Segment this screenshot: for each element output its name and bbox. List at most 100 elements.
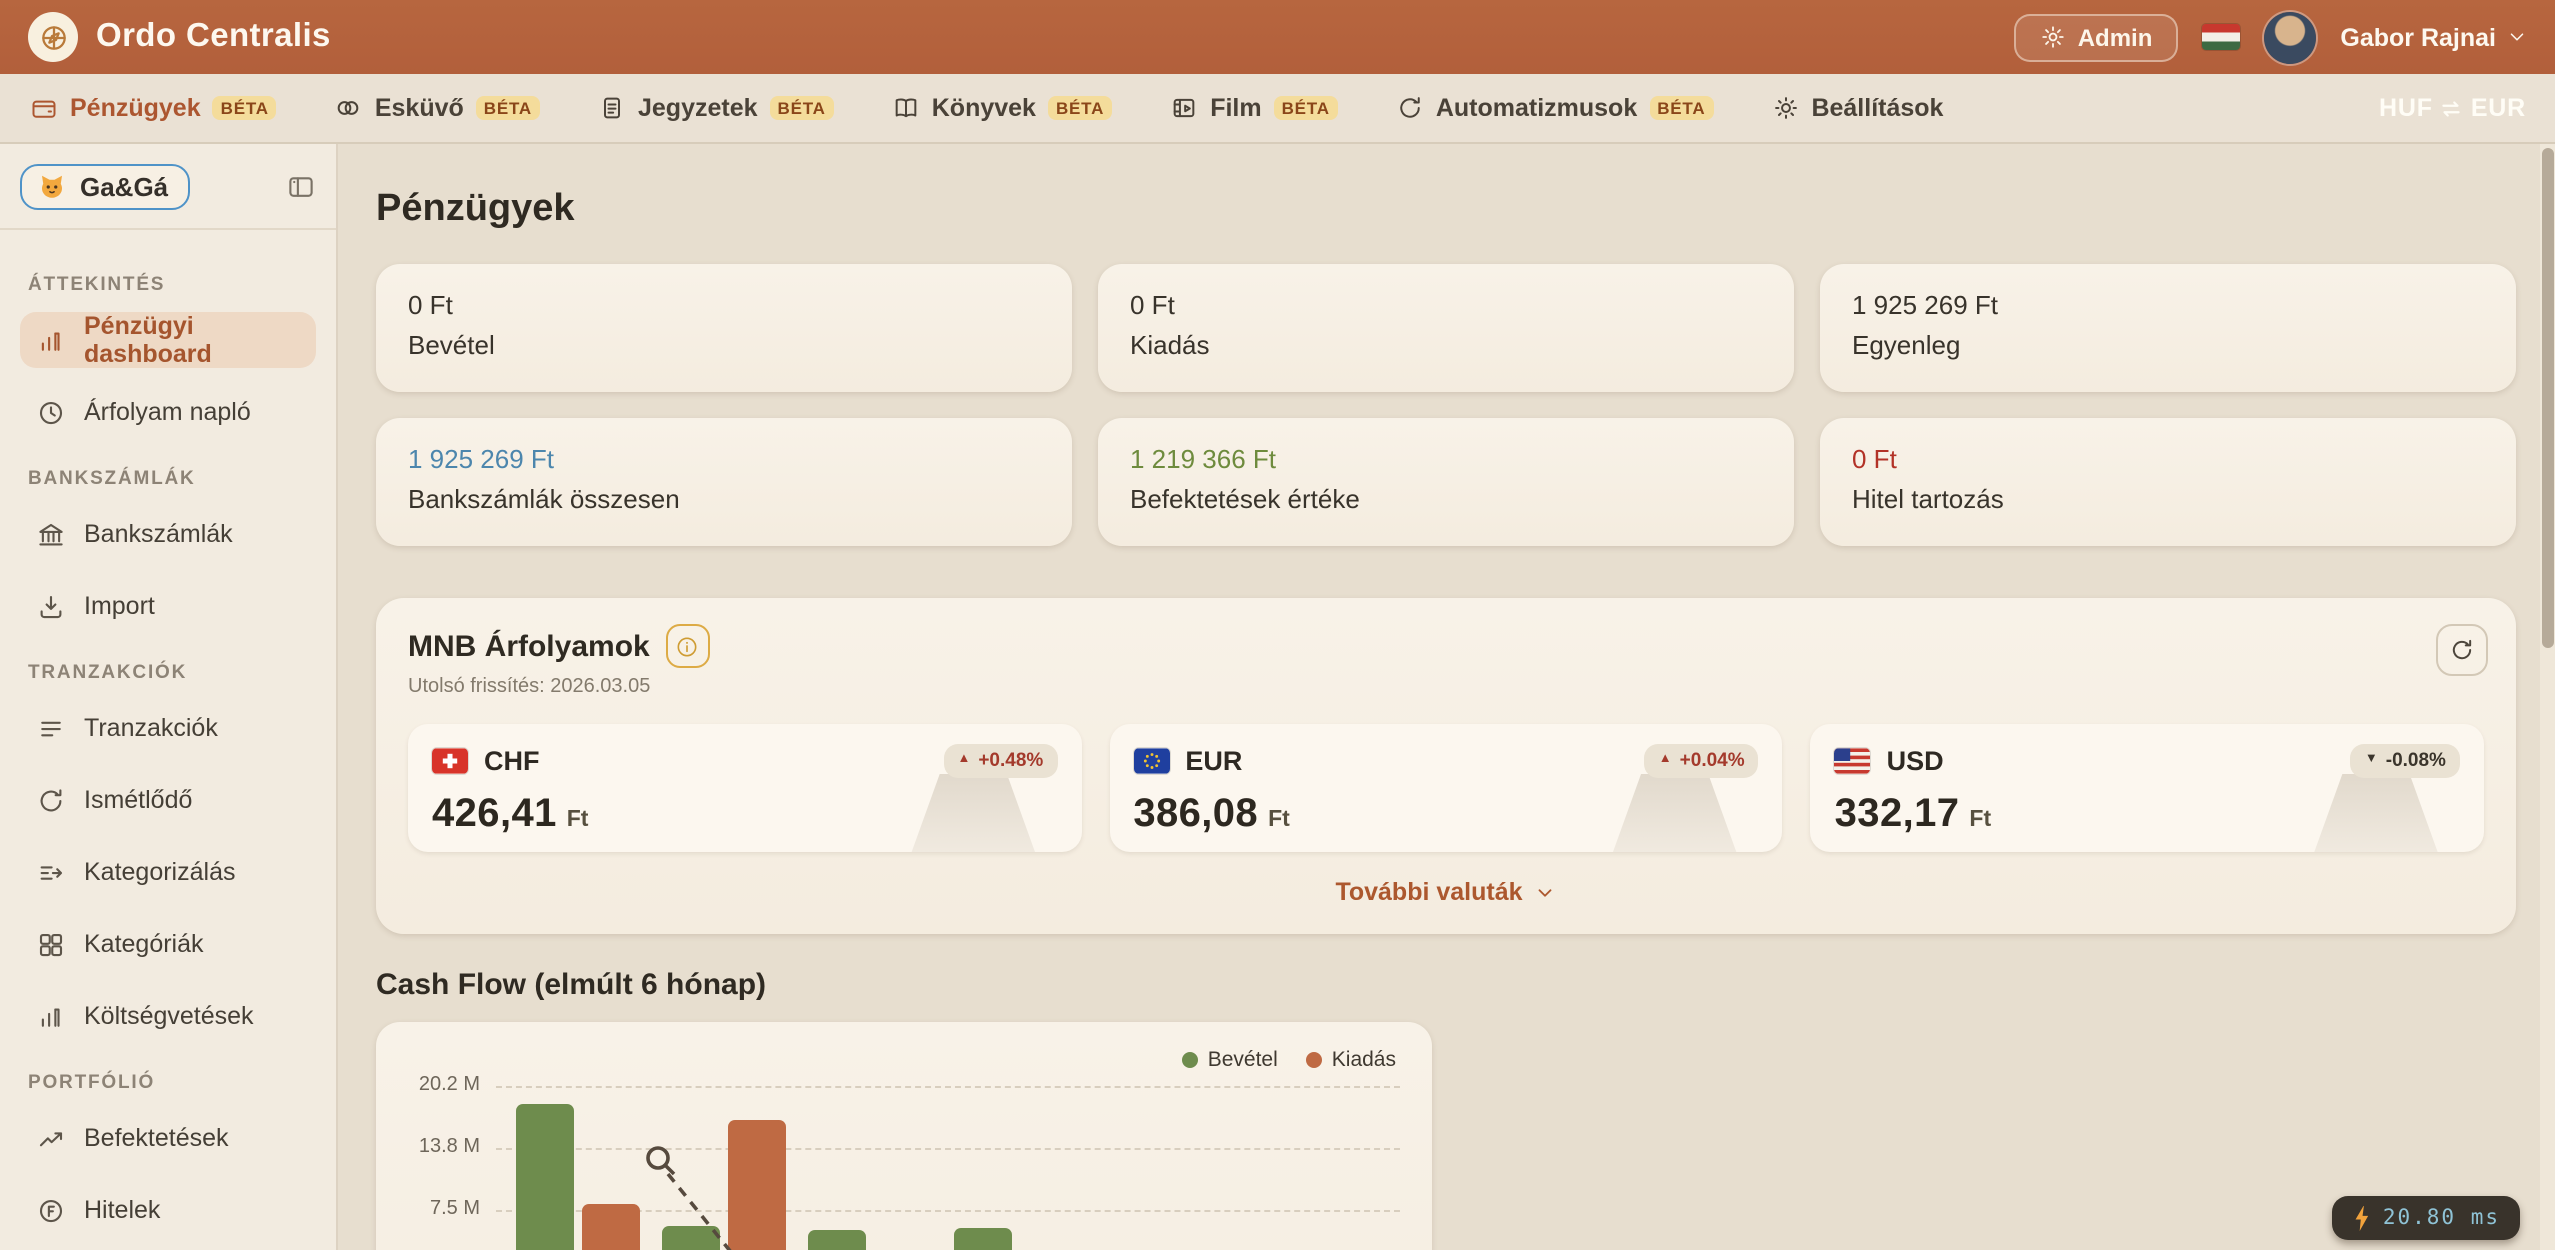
beta-badge: BÉTA <box>1274 96 1338 121</box>
gear-icon <box>2040 24 2066 50</box>
note-icon <box>598 94 626 122</box>
cat-icon <box>36 172 68 202</box>
stat-card-bevetel: 0 Ft Bevétel <box>376 264 1072 392</box>
stat-cards-row-2: 1 925 269 Ft Bankszámlák összesen 1 219 … <box>376 418 2516 546</box>
hungarian-flag-icon[interactable] <box>2202 24 2240 50</box>
stat-value: 0 Ft <box>408 290 1040 320</box>
beta-badge: BÉTA <box>213 96 277 121</box>
section-title-attekintes: ÁTTEKINTÉS <box>28 274 308 296</box>
gridline <box>496 1149 1400 1151</box>
film-icon <box>1170 94 1198 122</box>
fx-card-eur: EUR ▲ +0.04% 386,08 Ft <box>1109 724 1782 852</box>
lightning-icon <box>2353 1205 2371 1231</box>
bar-bevétel-4 <box>954 1228 1012 1250</box>
fx-change-badge: ▼ -0.08% <box>2351 744 2460 778</box>
avatar[interactable] <box>2264 11 2316 63</box>
fx-card-usd: USD ▼ -0.08% 332,17 Ft <box>1811 724 2484 852</box>
stat-value: 1 925 269 Ft <box>1852 290 2484 320</box>
clock-icon <box>36 397 66 427</box>
fx-change-badge: ▲ +0.48% <box>943 744 1057 778</box>
sidebar-collapse-button[interactable] <box>286 172 316 202</box>
trend-arrow-icon: ▲ <box>957 755 970 768</box>
workspace-chip[interactable]: Ga&Gá <box>20 164 190 210</box>
performance-badge: 20.80 ms <box>2333 1196 2520 1240</box>
sidebar-item-tranzakciok[interactable]: Tranzakciók <box>20 700 316 756</box>
legend-dot-green <box>1182 1052 1198 1068</box>
panel-toggle-icon <box>286 172 316 202</box>
tab-automatizmusok[interactable]: Automatizmusok BÉTA <box>1396 94 1714 122</box>
sidebar-item-hitelek[interactable]: Hitelek <box>20 1182 316 1238</box>
scrollbar-thumb[interactable] <box>2542 148 2554 648</box>
stat-value: 0 Ft <box>1130 290 1762 320</box>
tab-eskuvo[interactable]: Esküvő BÉTA <box>335 94 540 122</box>
stat-value: 0 Ft <box>1852 444 2484 474</box>
more-currencies-link[interactable]: További valuták <box>408 878 2484 906</box>
stat-cards-row-1: 0 Ft Bevétel 0 Ft Kiadás 1 925 269 Ft Eg… <box>376 264 2516 392</box>
bar-bevétel-2 <box>662 1227 720 1250</box>
y-axis-tick: 13.8 M <box>392 1137 480 1159</box>
stat-card-egyenleg: 1 925 269 Ft Egyenleg <box>1820 264 2516 392</box>
fx-cards: CHF ▲ +0.48% 426,41 Ft <box>408 724 2484 852</box>
beta-badge: BÉTA <box>1649 96 1713 121</box>
bar-kiadás-1 <box>581 1203 639 1250</box>
y-axis-tick: 20.2 M <box>392 1074 480 1096</box>
sidebar-item-befektetesek[interactable]: Befektetések <box>20 1110 316 1166</box>
module-tabbar: Pénzügyek BÉTA Esküvő BÉTA Jegyzetek BÉT… <box>0 74 2555 144</box>
sidebar-item-kategoriak[interactable]: Kategóriák <box>20 916 316 972</box>
sidebar-nav: ÁTTEKINTÉS Pénzügyi dashboard Árfolyam n… <box>0 230 336 1250</box>
sidebar-item-kategorizalas[interactable]: Kategorizálás <box>20 844 316 900</box>
beta-badge: BÉTA <box>770 96 834 121</box>
tab-film[interactable]: Film BÉTA <box>1170 94 1338 122</box>
tab-beallitasok[interactable]: Beállítások <box>1771 94 1943 122</box>
tab-penzugyek[interactable]: Pénzügyek BÉTA <box>30 94 277 122</box>
fx-code: EUR <box>1185 746 1242 776</box>
stat-label: Bevétel <box>408 330 1040 360</box>
sidebar: Ga&Gá ÁTTEKINTÉS Pénzügyi dashboard Árfo… <box>0 144 338 1250</box>
section-title-portfolio: PORTFÓLIÓ <box>28 1072 308 1094</box>
legend-bevetel: Bevétel <box>1182 1048 1278 1072</box>
sidebar-item-import[interactable]: Import <box>20 578 316 634</box>
us-flag-icon <box>1835 748 1871 774</box>
tab-jegyzetek[interactable]: Jegyzetek BÉTA <box>598 94 834 122</box>
bars-icon <box>36 1001 66 1031</box>
top-header: Ordo Centralis Admin Gabor Rajnai <box>0 0 2555 74</box>
list-arrow-icon <box>36 857 66 887</box>
legend-dot-terracotta <box>1306 1052 1322 1068</box>
sidebar-item-bankszamlak[interactable]: Bankszámlák <box>20 506 316 562</box>
app-title: Ordo Centralis <box>96 18 331 56</box>
coin-icon <box>36 1195 66 1225</box>
user-menu[interactable]: Gabor Rajnai <box>2340 23 2528 51</box>
currency-toggle[interactable]: HUF EUR <box>2379 94 2526 122</box>
stat-label: Kiadás <box>1130 330 1762 360</box>
trend-arrow-icon: ▼ <box>2365 755 2378 768</box>
bar-chart-icon <box>36 325 66 355</box>
refresh-rates-button[interactable] <box>2436 624 2488 676</box>
page-scrollbar <box>2540 144 2555 1250</box>
brand-logo-icon <box>28 12 78 62</box>
exchange-arrows-icon <box>2439 95 2465 121</box>
performance-value: 20.80 ms <box>2383 1206 2500 1230</box>
fx-card-chf: CHF ▲ +0.48% 426,41 Ft <box>408 724 1081 852</box>
bar-kiadás-2 <box>727 1119 785 1250</box>
info-icon[interactable] <box>666 624 710 668</box>
fx-rate-unit: Ft <box>1969 808 1991 832</box>
sidebar-item-penzugyi-dashboard[interactable]: Pénzügyi dashboard <box>20 312 316 368</box>
section-title-bankszamlak: BANKSZÁMLÁK <box>28 468 308 490</box>
sidebar-item-arfolyam-naplo[interactable]: Árfolyam napló <box>20 384 316 440</box>
sidebar-item-koltsegvetesek[interactable]: Költségvetések <box>20 988 316 1044</box>
wallet-icon <box>30 94 58 122</box>
fx-rate-value: 332,17 <box>1835 792 1960 838</box>
stat-label: Hitel tartozás <box>1852 484 2484 514</box>
stat-card-kiadas: 0 Ft Kiadás <box>1098 264 1794 392</box>
stat-label: Befektetések értéke <box>1130 484 1762 514</box>
stat-value: 1 925 269 Ft <box>408 444 1040 474</box>
trending-up-icon <box>36 1123 66 1153</box>
repeat-icon <box>36 785 66 815</box>
tab-konyvek[interactable]: Könyvek BÉTA <box>892 94 1112 122</box>
legend-kiadas: Kiadás <box>1306 1048 1396 1072</box>
mnb-rates-panel: MNB Árfolyamok Utolsó frissítés: 2026.03… <box>376 598 2516 934</box>
chart-legend: Bevétel Kiadás <box>1182 1048 1396 1072</box>
sidebar-item-ismetlodo[interactable]: Ismétlődő <box>20 772 316 828</box>
admin-button[interactable]: Admin <box>2014 13 2179 61</box>
beta-badge: BÉTA <box>476 96 540 121</box>
